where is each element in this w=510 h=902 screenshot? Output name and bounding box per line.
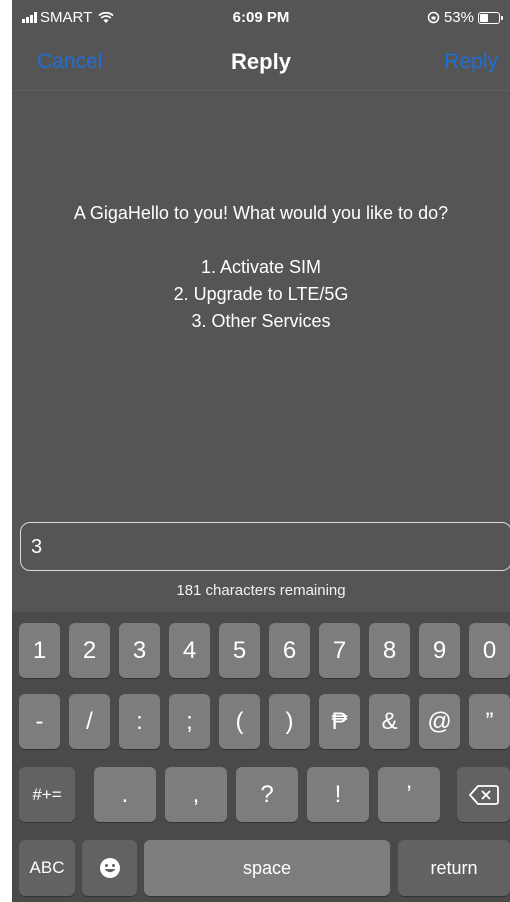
key-more-symbols[interactable]: #+= <box>19 767 75 822</box>
reply-button[interactable]: Reply <box>444 50 498 74</box>
message-intro: A GigaHello to you! What would you like … <box>73 203 449 223</box>
key-peso[interactable]: ₱ <box>319 694 360 749</box>
key-0[interactable]: 0 <box>469 623 510 678</box>
key-colon[interactable]: : <box>119 694 160 749</box>
backspace-icon <box>468 784 499 805</box>
characters-remaining: 181 characters remaining <box>176 582 346 599</box>
status-right: 53% <box>427 9 503 26</box>
option-3: 3. Other Services <box>191 311 331 331</box>
key-abc[interactable]: ABC <box>19 840 75 896</box>
return-key[interactable]: return <box>398 840 510 896</box>
key-apostrophe[interactable]: ’ <box>378 767 440 822</box>
backspace-key[interactable] <box>457 767 510 822</box>
key-9[interactable]: 9 <box>419 623 460 678</box>
key-8[interactable]: 8 <box>369 623 410 678</box>
key-ampersand[interactable]: & <box>369 694 410 749</box>
key-close-paren[interactable]: ) <box>269 694 310 749</box>
orientation-lock-icon <box>427 11 440 24</box>
emoji-icon <box>99 858 120 878</box>
key-open-paren[interactable]: ( <box>219 694 260 749</box>
key-slash[interactable]: / <box>69 694 110 749</box>
battery-fill <box>480 13 489 22</box>
message-body: A GigaHello to you! What would you like … <box>12 200 510 335</box>
key-5[interactable]: 5 <box>219 623 260 678</box>
key-6[interactable]: 6 <box>269 623 310 678</box>
key-comma[interactable]: , <box>165 767 227 822</box>
screen: SMART 6:09 PM 53% Cancel Reply Reply A G… <box>12 0 510 902</box>
key-3[interactable]: 3 <box>119 623 160 678</box>
option-1: 1. Activate SIM <box>200 257 322 277</box>
key-7[interactable]: 7 <box>319 623 360 678</box>
space-key[interactable]: space <box>144 840 390 896</box>
reply-input-value: 3 <box>31 536 43 558</box>
page-title: Reply <box>231 49 291 74</box>
key-question[interactable]: ? <box>236 767 298 822</box>
key-semicolon[interactable]: ; <box>169 694 210 749</box>
key-at[interactable]: @ <box>419 694 460 749</box>
nav-bar: Cancel Reply Reply <box>12 36 510 91</box>
option-2: 2. Upgrade to LTE/5G <box>173 284 349 304</box>
status-bar: SMART 6:09 PM 53% <box>12 0 510 36</box>
battery-percent: 53% <box>443 9 474 26</box>
emoji-key[interactable] <box>82 840 137 896</box>
key-4[interactable]: 4 <box>169 623 210 678</box>
reply-input[interactable]: 3 <box>20 522 510 571</box>
key-1[interactable]: 1 <box>19 623 60 678</box>
key-exclamation[interactable]: ! <box>307 767 369 822</box>
key-hyphen[interactable]: - <box>19 694 60 749</box>
key-2[interactable]: 2 <box>69 623 110 678</box>
keyboard: 1 2 3 4 5 6 7 8 9 0 - / : ; ( ) ₱ & @ ” … <box>12 612 510 902</box>
key-quote[interactable]: ” <box>469 694 510 749</box>
battery-icon <box>478 11 503 24</box>
key-period[interactable]: . <box>94 767 156 822</box>
